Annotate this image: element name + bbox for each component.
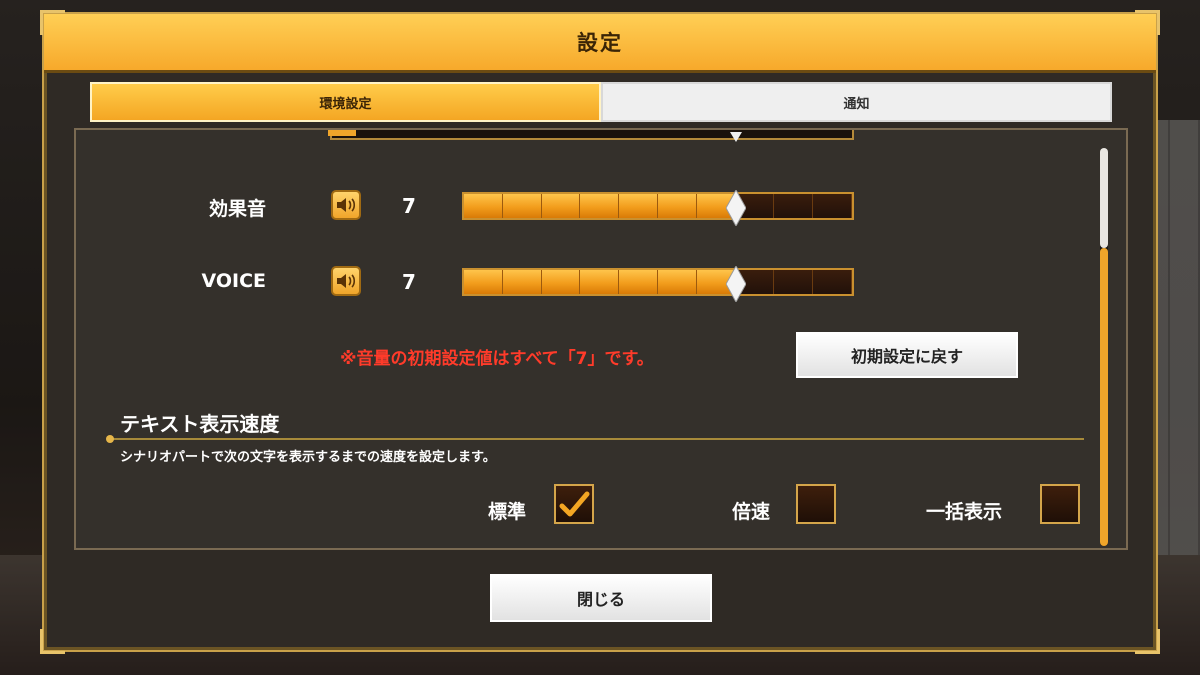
slider-segment [541, 194, 581, 218]
partial-slider-thumb-top [730, 132, 742, 142]
option-double-label: 倍速 [732, 501, 771, 523]
checkmark-icon [559, 491, 590, 517]
slider-segment [580, 194, 620, 218]
text-speed-description: シナリオパートで次の文字を表示するまでの速度を設定します。 [120, 450, 496, 465]
section-divider [108, 438, 1084, 440]
slider-segment [619, 270, 658, 294]
slider-segment [774, 194, 814, 218]
partial-slider-top [330, 130, 854, 140]
speaker-icon[interactable] [331, 190, 361, 220]
reset-defaults-button[interactable]: 初期設定に戻す [796, 332, 1018, 378]
slider-segment [813, 194, 852, 218]
sfx-value: 7 [402, 194, 416, 218]
sfx-slider[interactable] [462, 188, 854, 228]
slider-thumb[interactable] [725, 264, 747, 304]
volume-row-voice: VOICE 7 [76, 262, 1126, 304]
partial-speaker-top [328, 130, 356, 136]
close-button[interactable]: 閉じる [490, 574, 712, 622]
corner-ornament [1135, 629, 1160, 654]
slider-segment [813, 270, 852, 294]
scrollbar-track-fill [1100, 248, 1108, 546]
option-normal-checkbox[interactable] [554, 484, 594, 524]
slider-thumb[interactable] [725, 188, 747, 228]
slider-segment [541, 270, 581, 294]
tab-bar: 環境設定 通知 [90, 82, 1112, 122]
option-instant-checkbox[interactable] [1040, 484, 1080, 524]
settings-dialog: 設定 環境設定 通知 効果音 7 VOICE 7 ※音量の初期設定値はすべて「7… [40, 10, 1160, 654]
slider-segment [580, 270, 620, 294]
slider-segment [502, 194, 542, 218]
scrollbar-thumb[interactable] [1100, 148, 1108, 248]
slider-segment [502, 270, 542, 294]
corner-ornament [40, 629, 65, 654]
volume-row-sfx: 効果音 7 [76, 186, 1126, 228]
option-normal-label: 標準 [488, 501, 527, 523]
text-speed-title: テキスト表示速度 [120, 412, 280, 436]
dialog-title: 設定 [577, 31, 623, 55]
speaker-icon[interactable] [331, 266, 361, 296]
panel-scrollbar[interactable] [1100, 148, 1108, 546]
volume-default-note: ※音量の初期設定値はすべて「7」です。 [340, 349, 654, 369]
voice-value: 7 [402, 270, 416, 294]
section-divider-dot [106, 435, 114, 443]
option-double-checkbox[interactable] [796, 484, 836, 524]
settings-panel: 効果音 7 VOICE 7 ※音量の初期設定値はすべて「7」です。 初期設定に戻… [74, 128, 1128, 550]
sfx-label: 効果音 [208, 198, 266, 220]
slider-segment [464, 270, 503, 294]
voice-label: VOICE [201, 270, 266, 292]
slider-segment [657, 270, 697, 294]
tab-notifications[interactable]: 通知 [601, 82, 1112, 122]
slider-segment [774, 270, 814, 294]
slider-segment [619, 194, 658, 218]
slider-segment [657, 194, 697, 218]
slider-segment [464, 194, 503, 218]
dialog-header: 設定 [44, 14, 1156, 73]
voice-slider[interactable] [462, 264, 854, 304]
tab-environment-settings[interactable]: 環境設定 [90, 82, 601, 122]
option-instant-label: 一括表示 [926, 501, 1003, 523]
